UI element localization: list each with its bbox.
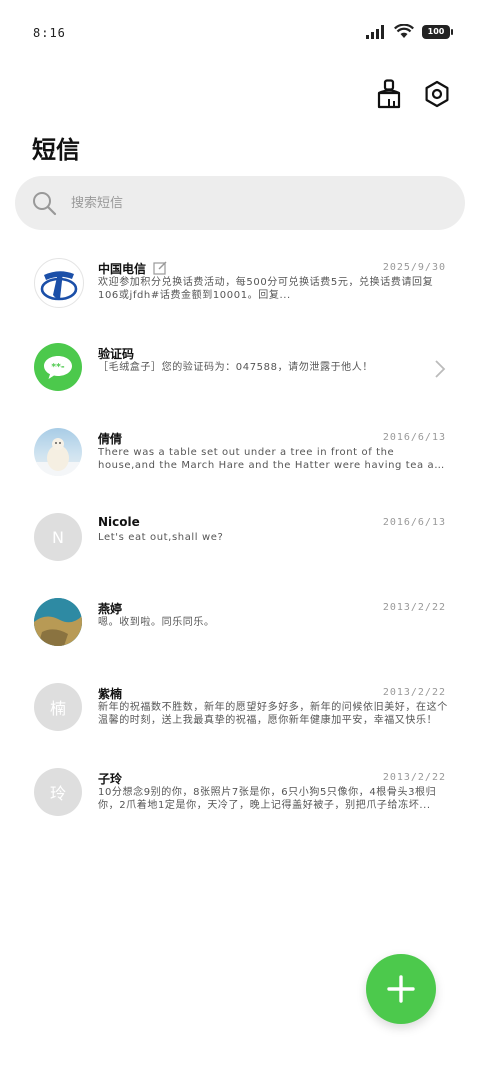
contact-name: 倩倩	[98, 432, 123, 446]
contact-name: 中国电信	[98, 260, 167, 277]
message-item-nicole[interactable]: N Nicole 2016/6/13 Let's eat out,shall w…	[0, 495, 480, 580]
message-item-verification[interactable]: **- 验证码 ［毛绒盒子］您的验证码为：047588，请勿泄露于他人！	[0, 325, 480, 410]
message-preview: Let's eat out,shall we?	[98, 532, 224, 543]
clean-button[interactable]	[374, 78, 404, 110]
message-date: 2025/9/30	[382, 262, 446, 273]
message-item-yanting[interactable]: 燕婷 2013/2/22 嗯。收到啦。同乐同乐。	[0, 580, 480, 665]
message-item-ziling[interactable]: 玲 子玲 2013/2/22 10分想念9别的你，8张照片7张是你，6只小狗5只…	[0, 750, 480, 835]
message-preview: 10分想念9别的你，8张照片7张是你，6只小狗5只像你，4根骨头3根归你，2爪着…	[98, 787, 437, 811]
contact-name: 验证码	[98, 347, 135, 361]
status-icons: 100	[366, 24, 453, 39]
search-input[interactable]	[69, 194, 403, 212]
telecom-logo-icon	[40, 271, 78, 301]
avatar-qianqian	[34, 428, 82, 476]
edit-icon	[153, 261, 167, 275]
avatar-ziling: 玲	[34, 768, 82, 816]
contact-name: Nicole	[98, 515, 140, 529]
avatar-yanting	[34, 598, 82, 646]
search-icon	[31, 190, 57, 216]
message-item-zinan[interactable]: 楠 紫楠 2013/2/22 新年的祝福数不胜数，新年的愿望好多好多，新年的问候…	[0, 665, 480, 750]
wifi-icon	[394, 24, 414, 38]
search-bar[interactable]	[15, 176, 465, 230]
avatar-verification: **-	[34, 343, 82, 391]
avatar-letter: N	[52, 527, 64, 547]
message-preview: 嗯。收到啦。同乐同乐。	[98, 617, 215, 628]
avatar-telecom	[34, 258, 84, 308]
new-message-button[interactable]	[366, 954, 436, 1024]
contact-name: 紫楠	[98, 687, 123, 701]
signal-icon	[366, 24, 384, 39]
sea-rock-photo	[34, 598, 82, 646]
avatar-nicole: N	[34, 513, 82, 561]
top-actions	[374, 78, 452, 110]
contact-name: 子玲	[98, 772, 123, 786]
message-date: 2013/2/22	[382, 772, 446, 783]
plus-icon	[387, 975, 415, 1003]
message-date: 2013/2/22	[382, 602, 446, 613]
contact-name: 燕婷	[98, 602, 123, 616]
svg-text:**-: **-	[51, 363, 64, 373]
gear-icon	[425, 80, 449, 108]
chevron-right-icon[interactable]	[434, 359, 446, 379]
message-list: 中国电信 2025/9/30 欢迎参加积分兑换话费活动，每500分可兑换话费5元…	[0, 240, 480, 835]
message-preview: There was a table set out under a tree i…	[98, 447, 439, 471]
battery-indicator: 100	[422, 24, 453, 39]
chat-bubble-icon: **-	[44, 356, 72, 379]
message-date: 2016/6/13	[382, 517, 446, 528]
message-date: 2013/2/22	[382, 687, 446, 698]
status-time: 8:16	[33, 26, 66, 40]
avatar-letter: 玲	[49, 784, 66, 803]
message-preview: ［毛绒盒子］您的验证码为：047588，请勿泄露于他人！	[98, 362, 373, 373]
page-title: 短信	[32, 136, 80, 164]
settings-button[interactable]	[422, 78, 452, 110]
polar-bear-photo	[34, 438, 82, 476]
message-item-qianqian[interactable]: 倩倩 2016/6/13 There was a table set out u…	[0, 410, 480, 495]
message-item-telecom[interactable]: 中国电信 2025/9/30 欢迎参加积分兑换话费活动，每500分可兑换话费5元…	[0, 240, 480, 325]
message-date: 2016/6/13	[382, 432, 446, 443]
message-preview: 新年的祝福数不胜数，新年的愿望好多好多，新年的问候依旧美好，在这个温馨的时刻，送…	[98, 702, 448, 726]
avatar-letter: 楠	[49, 699, 66, 718]
message-preview: 欢迎参加积分兑换话费活动，每500分可兑换话费5元，兑换话费请回复106或jfd…	[98, 277, 434, 301]
status-bar: 8:16 100	[0, 0, 480, 66]
avatar-zinan: 楠	[34, 683, 82, 731]
broom-icon	[377, 79, 401, 109]
